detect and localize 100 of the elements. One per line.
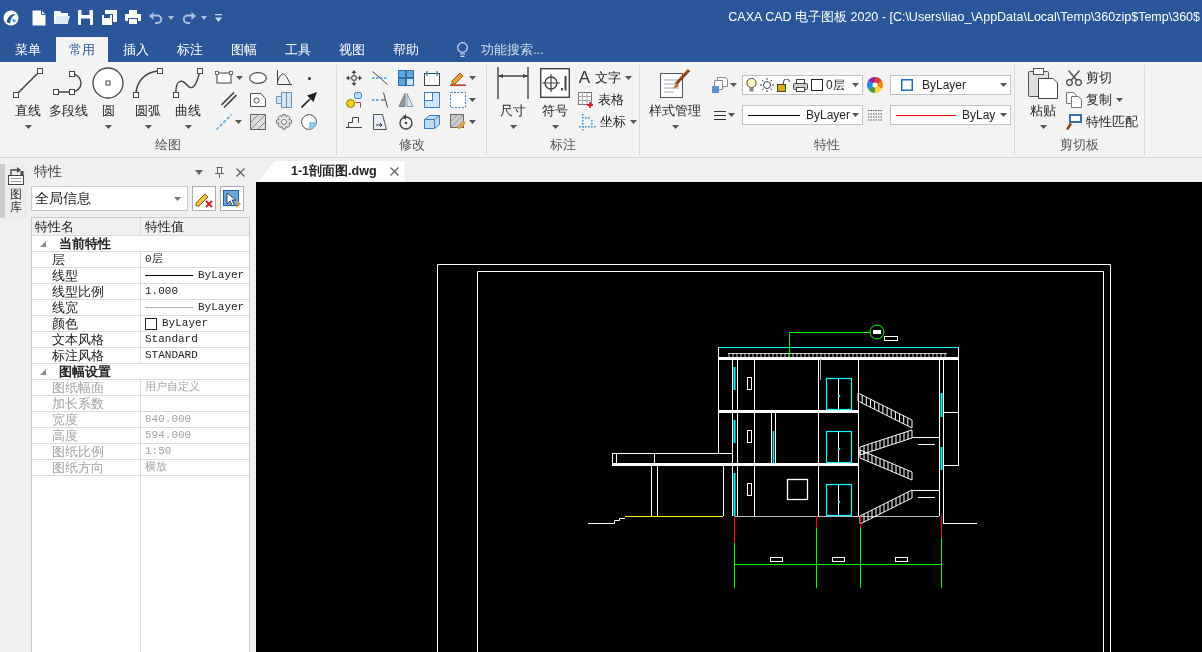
tool-button[interactable] [249, 92, 267, 108]
caret-icon[interactable] [168, 15, 174, 20]
array-icon [398, 70, 414, 86]
ribbon-button[interactable]: 曲线 [170, 67, 206, 129]
property-name: 加长系数 [32, 396, 141, 411]
tool-button[interactable] [220, 91, 238, 109]
rotate-icon [399, 114, 413, 130]
ribbon-tab[interactable]: 标注 [164, 37, 216, 62]
pencil-icon [450, 70, 466, 86]
tool-button[interactable] [214, 70, 244, 86]
tool-button[interactable] [345, 115, 363, 129]
mirror-icon [398, 93, 414, 107]
ribbon-button[interactable]: 符号 [537, 67, 573, 129]
redo-icon[interactable] [182, 11, 196, 24]
style-manager-icon [660, 68, 690, 98]
dropdown[interactable]: ByLayer [742, 105, 863, 125]
dropdown[interactable]: ByLayer [890, 75, 1011, 95]
ribbon-button[interactable]: 坐标 [576, 111, 639, 133]
property-value[interactable]: 0层 [141, 252, 249, 267]
panel-title: 特性 [33, 163, 62, 181]
ribbon-button[interactable]: 粘贴 [1025, 67, 1061, 129]
ribbon-button[interactable]: 圆 [90, 67, 126, 129]
tool-button[interactable] [372, 113, 388, 131]
document-tab[interactable]: 1-1剖面图.dwg [258, 161, 405, 182]
property-name: 图纸比例 [32, 444, 141, 459]
ribbon-tab[interactable]: 视图 [326, 37, 378, 62]
property-value[interactable]: ByLayer [141, 268, 249, 283]
ribbon-tab[interactable]: 常用 [56, 37, 108, 62]
folder-icon[interactable] [54, 11, 70, 24]
tool-button[interactable] [306, 75, 312, 81]
print-icon[interactable] [125, 10, 141, 25]
ribbon-tab[interactable]: 图幅 [218, 37, 270, 62]
property-value[interactable]: STANDARD [141, 348, 249, 363]
app-logo-icon[interactable] [3, 9, 19, 26]
ribbon-tab[interactable]: 工具 [272, 37, 324, 62]
new-document-icon[interactable] [32, 9, 46, 26]
tool-button[interactable] [275, 69, 293, 87]
property-value[interactable]: ByLayer [141, 316, 249, 331]
close-icon[interactable] [236, 167, 245, 177]
ribbon-button[interactable]: 直线 [10, 67, 46, 129]
ribbon-button[interactable]: 表格 [576, 89, 639, 111]
lines-icon[interactable] [714, 110, 726, 120]
pin-icon[interactable] [215, 166, 224, 178]
close-icon[interactable] [389, 167, 399, 176]
color-wheel-icon[interactable] [867, 77, 883, 93]
ribbon-button[interactable]: 复制 [1064, 89, 1140, 111]
property-value[interactable]: Standard [141, 332, 249, 347]
caret-icon[interactable] [730, 83, 737, 87]
group-label: 剪切板 [1060, 136, 1099, 154]
undo-icon[interactable] [149, 11, 163, 24]
save-copy-icon[interactable] [101, 9, 117, 26]
caret-icon [1116, 98, 1123, 102]
triangle-icon[interactable] [40, 240, 46, 247]
lightbulb-icon[interactable] [457, 42, 468, 57]
scale-icon [424, 92, 440, 108]
ribbon-button[interactable]: A 文字 [576, 67, 639, 89]
parallel-lines-icon [221, 92, 237, 108]
tool-button[interactable] [423, 69, 441, 87]
search-field[interactable]: 功能搜索... [481, 42, 555, 57]
ribbon-button[interactable]: 特性匹配 [1064, 111, 1140, 133]
property-value[interactable]: 1.000 [141, 284, 249, 299]
ribbon-button[interactable]: 圆弧 [130, 67, 166, 129]
caret-icon [1000, 113, 1007, 117]
icon-button[interactable] [192, 186, 216, 211]
caret-icon [551, 125, 559, 129]
tool-button[interactable] [248, 71, 268, 85]
move-icon [346, 70, 362, 86]
customize-icon[interactable] [215, 13, 222, 22]
caret-icon[interactable] [195, 169, 203, 175]
printer-icon [793, 78, 808, 92]
triangle-icon[interactable] [40, 368, 46, 375]
ribbon-button[interactable]: 剪切 [1064, 67, 1140, 89]
layers-icon[interactable] [712, 77, 728, 93]
property-value[interactable]: ByLayer [141, 300, 249, 315]
caret-icon[interactable] [728, 113, 735, 117]
ribbon-tab[interactable]: 帮助 [380, 37, 432, 62]
caret-icon [671, 125, 679, 129]
square-swatch-icon [145, 317, 157, 330]
dropdown[interactable]: ByLay [890, 105, 1011, 125]
color-swatch-icon [901, 79, 913, 91]
tool-button[interactable] [300, 91, 318, 109]
scope-dropdown[interactable]: 全局信息 [31, 186, 188, 211]
sun-icon [760, 78, 774, 92]
dropdown[interactable]: 0层 [742, 75, 863, 95]
icon-button[interactable] [220, 186, 244, 211]
dimension-icon [497, 67, 529, 99]
save-icon[interactable] [78, 10, 93, 25]
ribbon-button[interactable]: 尺寸 [495, 67, 531, 129]
lineweight-icon[interactable] [868, 109, 882, 121]
tool-button[interactable] [345, 69, 363, 87]
caret-icon[interactable] [201, 15, 207, 20]
font-icon: A [578, 70, 591, 86]
ribbon-tab[interactable]: 插入 [110, 37, 162, 62]
sidebar-tab[interactable]: 图库 [0, 164, 27, 219]
caret-icon [144, 125, 152, 129]
tool-button[interactable] [398, 113, 414, 131]
ribbon-tab[interactable]: 菜单 [2, 37, 54, 62]
caret-icon [469, 98, 476, 102]
ribbon-button[interactable]: 多段线 [50, 67, 86, 129]
ribbon-button[interactable]: 样式管理 [647, 67, 703, 129]
